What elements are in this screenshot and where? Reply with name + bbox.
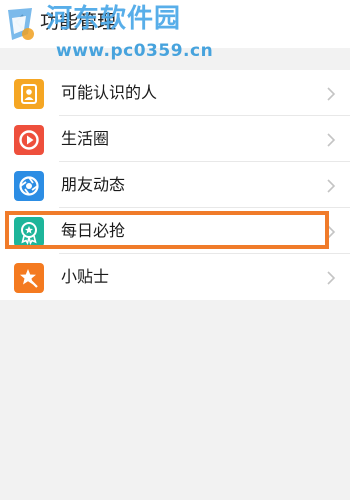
award-badge-icon (14, 217, 44, 247)
list-item-label: 生活圈 (61, 129, 110, 148)
contact-card-icon (14, 79, 44, 109)
chevron-right-icon (327, 133, 336, 147)
chevron-right-icon (327, 87, 336, 101)
play-circle-icon (14, 125, 44, 155)
watermark-url: www.pc0359.cn (56, 41, 214, 61)
list-item-label: 可能认识的人 (61, 83, 158, 102)
list-item-daily-deals[interactable]: 每日必抢 (0, 208, 350, 254)
watermark-site-name: 河东软件园 (46, 4, 182, 34)
list-item-life-circle[interactable]: 生活圈 (0, 116, 350, 162)
list-item-people-you-may-know[interactable]: 可能认识的人 (0, 70, 350, 116)
chevron-right-icon (327, 271, 336, 285)
chevron-right-icon (327, 179, 336, 193)
chevron-right-icon (327, 225, 336, 239)
list-item-tips[interactable]: 小贴士 (0, 254, 350, 300)
star-tip-icon (14, 263, 44, 293)
feature-list: 可能认识的人 生活圈 朋友动态 每日必抢 小贴士 (0, 70, 350, 300)
top-bar: 功能管理 河东软件园 www.pc0359.cn (0, 0, 350, 61)
watermark-logo-icon (8, 8, 34, 40)
list-item-label: 每日必抢 (61, 221, 126, 240)
list-item-label: 小贴士 (61, 267, 110, 286)
aperture-icon (14, 171, 44, 201)
list-item-friend-feed[interactable]: 朋友动态 (0, 162, 350, 208)
list-item-label: 朋友动态 (61, 175, 126, 194)
